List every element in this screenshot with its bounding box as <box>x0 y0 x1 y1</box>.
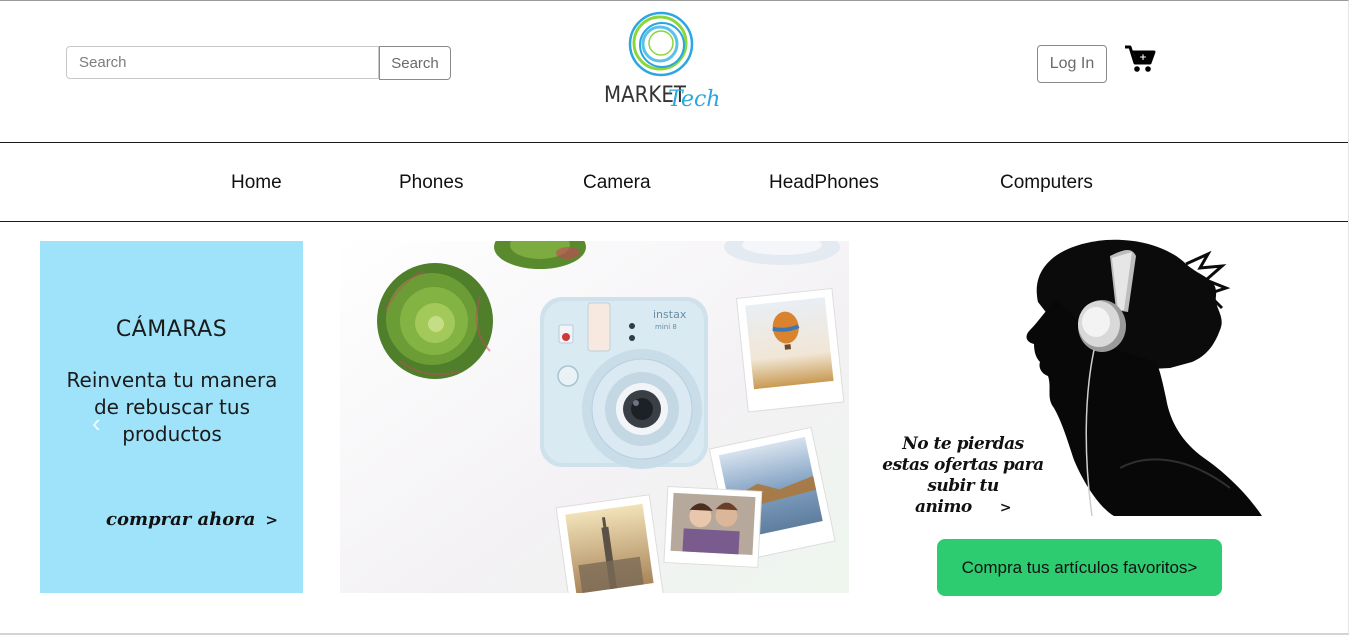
comprar-ahora-arrow: > <box>265 511 278 529</box>
svg-text:+: + <box>1139 53 1147 63</box>
nav-item-computers[interactable]: Computers <box>1000 143 1093 221</box>
svg-text:instax: instax <box>653 308 687 321</box>
comprar-ahora-label: comprar ahora <box>106 509 256 530</box>
nav-item-headphones[interactable]: HeadPhones <box>769 143 879 221</box>
nav-item-home[interactable]: Home <box>231 143 282 221</box>
logo-text-tech: Tech <box>668 87 720 112</box>
comprar-ahora-link[interactable]: comprar ahora > <box>106 509 278 530</box>
search-input[interactable] <box>66 46 379 79</box>
main-nav: Home Phones Camera HeadPhones Computers <box>0 142 1348 222</box>
search-button[interactable]: Search <box>379 46 451 80</box>
favorites-button[interactable]: Compra tus artículos favoritos> <box>937 539 1222 596</box>
svg-text:mini 8: mini 8 <box>655 323 677 331</box>
market-tech-logo[interactable]: MARKET Tech <box>600 6 720 114</box>
nav-item-phones[interactable]: Phones <box>399 143 463 221</box>
login-button[interactable]: Log In <box>1037 45 1107 83</box>
headphones-promo-arrow: > <box>999 500 1012 516</box>
headphones-promo-label: No te pierdas estas ofertas para subir t… <box>882 434 1044 517</box>
chevron-left-icon[interactable]: ‹ <box>92 408 101 439</box>
cameras-promo-text: Reinventa tu manera de rebuscar tus prod… <box>66 368 278 446</box>
shopping-cart-icon[interactable]: + <box>1124 44 1156 74</box>
nav-item-camera[interactable]: Camera <box>583 143 651 221</box>
headphones-promo-text[interactable]: No te pierdas estas ofertas para subir t… <box>878 434 1048 519</box>
instax-camera-photo: instax mini 8 <box>340 241 849 593</box>
cameras-promo-title: CÁMARAS <box>115 317 228 342</box>
cameras-promo-banner[interactable]: CÁMARAS Reinventa tu manera de rebuscar … <box>40 241 303 593</box>
